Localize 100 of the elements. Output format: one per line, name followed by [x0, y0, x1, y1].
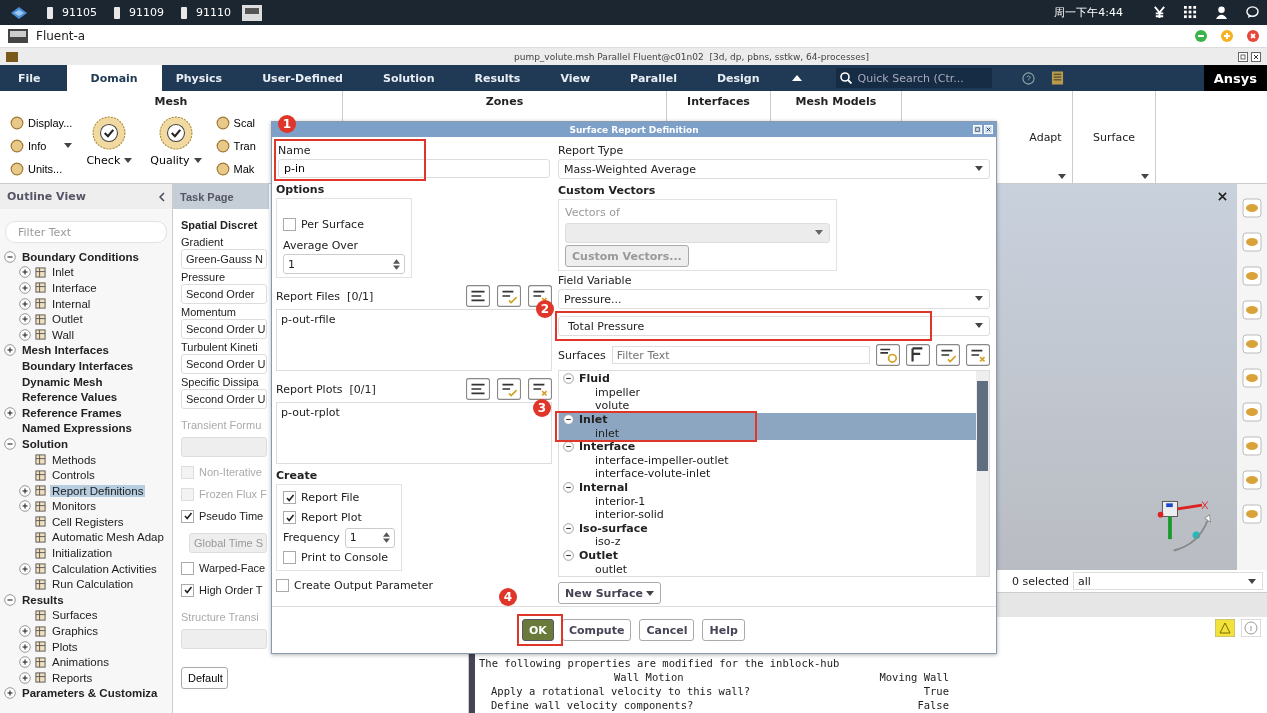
check-list-icon[interactable] — [497, 285, 521, 307]
tree-item[interactable]: Calculation Activities — [50, 562, 159, 575]
check-list-icon[interactable] — [936, 344, 960, 366]
dropdown-arrow-icon[interactable] — [1141, 174, 1149, 179]
surface-row[interactable]: volute — [559, 399, 976, 413]
tree-item[interactable]: Animations — [50, 656, 111, 669]
collapse-icon[interactable] — [563, 441, 574, 453]
dropdown[interactable]: Second Order U — [181, 319, 267, 339]
collapse-ribbon-icon[interactable] — [791, 75, 802, 81]
ribbon-group-button[interactable]: Surface — [1093, 131, 1135, 144]
dropdown-arrow-icon[interactable] — [815, 230, 823, 235]
tree-item[interactable]: Wall — [50, 328, 76, 341]
ribbon-button[interactable]: Quality — [144, 112, 208, 179]
surface-group-row[interactable]: Interface — [559, 439, 976, 454]
chat-icon[interactable] — [1246, 6, 1259, 19]
tree-item[interactable]: Solution — [20, 437, 70, 450]
clear-list-icon[interactable] — [528, 378, 552, 400]
grid-icon[interactable] — [1184, 6, 1197, 19]
dropdown-arrow-icon[interactable] — [1058, 174, 1066, 179]
dropdown-arrow-icon[interactable] — [193, 158, 202, 163]
taskbar-item[interactable]: 91105 — [46, 6, 97, 19]
menu-tab[interactable]: File — [4, 65, 67, 91]
checkbox[interactable] — [181, 561, 194, 575]
expand-icon[interactable] — [19, 484, 31, 497]
collapse-panel-icon[interactable] — [159, 191, 165, 202]
tree-item[interactable]: Cell Registers — [50, 515, 126, 528]
field-category-dropdown[interactable]: Pressure... — [558, 289, 990, 309]
ribbon-button[interactable]: Display... — [8, 112, 75, 133]
tree-item[interactable]: Boundary Conditions — [20, 250, 141, 263]
checkbox[interactable] — [283, 551, 296, 564]
surface-row[interactable]: interior-1 — [559, 494, 976, 508]
ribbon-button[interactable]: Check — [80, 112, 139, 179]
filter-icon[interactable] — [906, 344, 930, 366]
notebook-icon[interactable] — [1050, 70, 1064, 86]
tree-item[interactable]: Initialization — [50, 547, 115, 560]
tree-item[interactable]: Reference Values — [20, 391, 120, 404]
ribbon-button[interactable]: Units... — [8, 158, 75, 179]
ribbon-button[interactable]: Info — [8, 135, 75, 156]
dropdown-arrow-icon[interactable] — [975, 323, 983, 328]
dialog-button[interactable]: Cancel — [639, 619, 695, 641]
field-variable-dropdown[interactable]: Total Pressure — [558, 316, 990, 336]
surface-row[interactable]: interior-solid — [559, 507, 976, 522]
checkbox[interactable] — [283, 511, 296, 524]
quick-search-field[interactable]: Quick Search (Ctr... — [835, 68, 992, 88]
collapse-icon[interactable] — [563, 373, 574, 385]
select-all-icon[interactable] — [466, 378, 490, 400]
surface-row[interactable]: outlet — [559, 562, 976, 576]
filter-field[interactable]: Filter Text — [611, 346, 870, 364]
default-button[interactable]: Default — [181, 667, 228, 689]
menu-tab[interactable]: Results — [460, 65, 547, 91]
expand-icon[interactable] — [19, 640, 31, 653]
expand-icon[interactable] — [19, 500, 31, 513]
checkbox[interactable] — [181, 509, 194, 523]
help-icon[interactable] — [1021, 71, 1035, 85]
expand-icon[interactable] — [4, 406, 16, 419]
expand-icon[interactable] — [4, 687, 16, 700]
name-field[interactable]: p-in — [278, 159, 550, 178]
tree-item[interactable]: Results — [20, 593, 66, 606]
tree-item[interactable]: Outlet — [50, 313, 85, 326]
tree-item[interactable]: Plots — [50, 640, 80, 653]
spinner-arrows-icon[interactable] — [383, 532, 390, 543]
warning-icon[interactable] — [1215, 619, 1235, 637]
close-icon[interactable] — [1218, 192, 1227, 201]
spin-field[interactable]: 1 — [344, 527, 395, 548]
menu-tab[interactable]: Physics — [161, 65, 249, 91]
surface-group-row[interactable]: Inlet — [559, 412, 976, 427]
checkbox[interactable] — [283, 491, 296, 504]
report-type-dropdown[interactable]: Mass-Weighted Average — [558, 159, 990, 179]
dropdown-arrow-icon[interactable] — [975, 296, 983, 301]
tree-item[interactable]: Internal — [50, 297, 93, 310]
expand-icon[interactable] — [19, 297, 31, 310]
expand-icon[interactable] — [19, 282, 31, 294]
tree-item[interactable]: Reports — [50, 671, 95, 684]
tree-item[interactable]: Graphics — [50, 625, 101, 638]
spin-field[interactable]: 1 — [283, 254, 405, 274]
ribbon-button[interactable]: Mak — [213, 158, 258, 179]
select-all-icon[interactable] — [466, 285, 490, 307]
tree-item[interactable]: Named Expressions — [20, 422, 134, 435]
menu-tab[interactable]: Design — [702, 65, 786, 91]
tree-item[interactable]: Parameters & Customiza — [20, 687, 160, 700]
expand-icon[interactable] — [19, 328, 31, 341]
scrollbar[interactable] — [976, 371, 989, 576]
dropdown[interactable]: Second Order U — [181, 354, 267, 374]
surface-group-row[interactable]: Outlet — [559, 548, 976, 563]
clear-list-icon[interactable] — [966, 344, 990, 366]
menu-tab[interactable]: Solution — [369, 65, 461, 91]
list-item[interactable]: p-out-rfile — [281, 313, 336, 326]
surface-row[interactable]: inlet — [559, 426, 976, 440]
collapse-icon[interactable] — [563, 414, 574, 426]
tree-item[interactable]: Inlet — [50, 266, 76, 279]
surface-row[interactable]: impeller — [559, 385, 976, 400]
dialog-button[interactable]: Help — [702, 619, 745, 641]
check-list-icon[interactable] — [497, 378, 521, 400]
collapse-icon[interactable] — [563, 522, 574, 534]
tree-item[interactable]: Mesh Interfaces — [20, 344, 111, 357]
expand-icon[interactable] — [19, 313, 31, 326]
tree-item[interactable]: Reference Frames — [20, 406, 124, 419]
close-button[interactable] — [1247, 30, 1259, 42]
surface-row[interactable]: iso-z — [559, 535, 976, 549]
dropdown[interactable]: Second Order U — [181, 389, 267, 409]
